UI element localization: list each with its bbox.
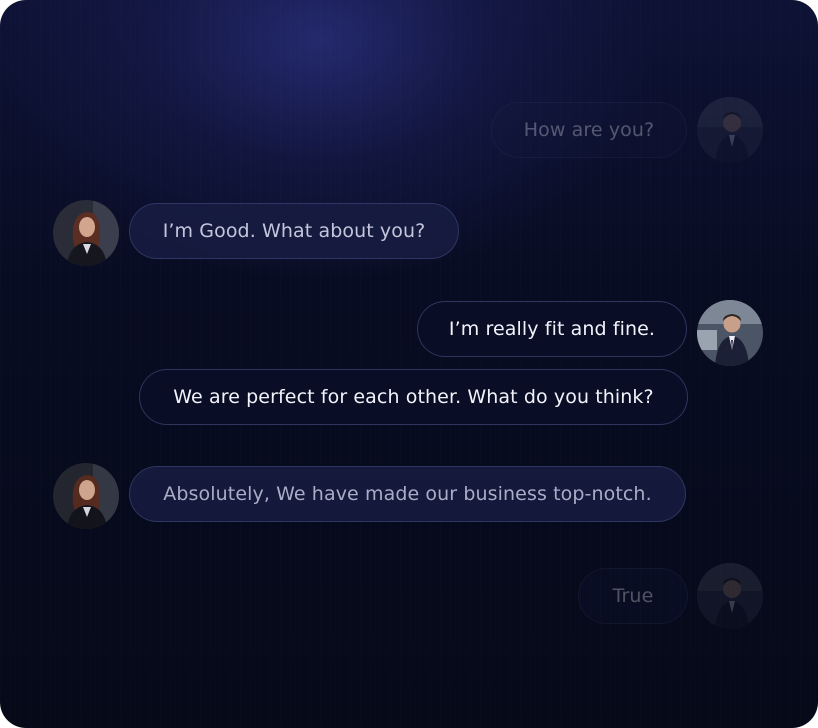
male-user-avatar-icon: [697, 97, 763, 163]
female-user-avatar: [53, 463, 119, 529]
sent-message-bubble: How are you?: [491, 102, 687, 158]
sent-message-bubble: True: [578, 568, 688, 624]
message-text: True: [612, 585, 654, 607]
sent-message-bubble: We are perfect for each other. What do y…: [139, 369, 688, 425]
female-user-avatar-icon: [53, 463, 119, 529]
message-text: I’m really fit and fine.: [448, 318, 656, 340]
male-user-avatar: [697, 300, 763, 366]
female-user-avatar-icon: [53, 200, 119, 266]
female-user-avatar: [53, 200, 119, 266]
message-text: How are you?: [523, 119, 655, 141]
message-text: I’m Good. What about you?: [162, 220, 426, 242]
male-user-avatar: [697, 563, 763, 629]
received-message-bubble: I’m Good. What about you?: [129, 203, 459, 259]
message-text: We are perfect for each other. What do y…: [173, 386, 654, 408]
message-text: Absolutely, We have made our business to…: [163, 483, 652, 505]
sent-message-bubble: I’m really fit and fine.: [417, 301, 687, 357]
male-user-avatar-icon: [697, 563, 763, 629]
male-user-avatar-icon: [697, 300, 763, 366]
received-message-bubble: Absolutely, We have made our business to…: [129, 466, 686, 522]
chat-panel: How are you? I’m Good. What about you? I…: [0, 0, 818, 728]
male-user-avatar: [697, 97, 763, 163]
